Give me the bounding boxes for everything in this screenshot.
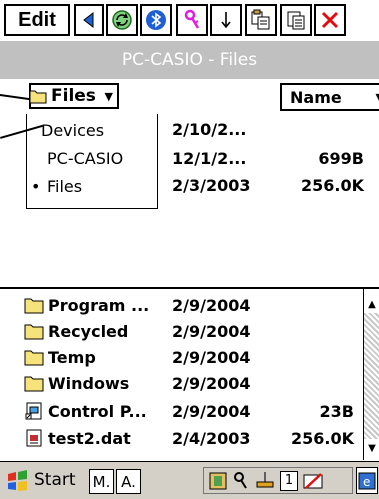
location-menu: Devices PC-CASIO • Files (26, 114, 158, 209)
dropdown-arrow-icon: ▼ (104, 90, 113, 103)
table-row[interactable]: Program ... 2/9/2004 (0, 293, 362, 319)
taskbar: Start M. A. 1 e (0, 461, 379, 499)
input-mode-indicator[interactable]: 1 (280, 471, 298, 491)
file-date: 2/9/2004 (172, 296, 251, 315)
windows-flag-icon (8, 470, 27, 491)
file-size: 699B (318, 149, 364, 168)
file-list: Program ... 2/9/2004 Recycled 2/9/2004 T… (0, 289, 379, 460)
file-size: 23B (319, 402, 354, 421)
bluetooth-button[interactable] (140, 4, 172, 36)
copy-icon (251, 9, 270, 30)
scroll-track[interactable] (364, 313, 379, 439)
window-title: PC-CASIO - Files (121, 50, 258, 70)
key-icon (184, 9, 200, 29)
key-tray-icon[interactable] (232, 471, 250, 491)
svg-text:e: e (363, 475, 370, 489)
command-toolbar: Edit (0, 0, 379, 41)
arrow-down-icon: ▼ (368, 442, 376, 454)
arrow-up-icon: ▲ (368, 298, 376, 310)
table-row[interactable]: Temp 2/9/2004 (0, 345, 362, 371)
vertical-scrollbar[interactable]: ▲ ▼ (363, 289, 379, 460)
file-name: Control P... (48, 402, 147, 421)
file-date: 12/1/2... (172, 149, 247, 168)
sync-icon (112, 10, 132, 30)
system-tray: 1 (203, 467, 353, 494)
start-button[interactable]: Start (0, 462, 85, 498)
file-name: Windows (48, 374, 130, 393)
folder-icon (24, 298, 44, 314)
copy-button[interactable] (245, 4, 277, 36)
file-date: 2/9/2004 (172, 374, 251, 393)
file-date: 2/9/2004 (172, 348, 251, 367)
file-name: Recycled (48, 322, 129, 341)
menu-item-pc-casio[interactable]: PC-CASIO (27, 146, 157, 174)
bluetooth-icon (146, 10, 166, 30)
table-row[interactable]: Windows 2/9/2004 (0, 371, 362, 397)
scroll-down-button[interactable]: ▼ (365, 441, 379, 455)
folder-icon (24, 376, 44, 392)
delete-icon (321, 11, 339, 29)
shortcut-icon (25, 402, 42, 420)
keyboard-button[interactable]: e (356, 467, 378, 494)
folder-icon (29, 90, 47, 104)
arrow-down-icon (221, 12, 231, 29)
file-name: test2.dat (48, 429, 131, 448)
file-name: Program ... (48, 296, 150, 315)
folder-icon (24, 350, 44, 366)
folder-icon (24, 324, 44, 340)
scroll-up-button[interactable]: ▲ (365, 297, 379, 311)
table-row[interactable]: Recycled 2/9/2004 (0, 319, 362, 345)
list-header: Files ▼ Name ▼ (0, 80, 379, 115)
sort-column-label: Name (290, 88, 342, 107)
menu-item-devices[interactable]: Devices (27, 118, 157, 146)
selected-bullet-icon: • (31, 177, 41, 196)
table-row[interactable]: test2.dat 2/4/2003 256.0K (0, 426, 362, 452)
sort-arrow-icon: ▼ (376, 91, 379, 104)
sync-status-icon[interactable] (208, 471, 228, 491)
file-date: 2/3/2003 (172, 176, 251, 195)
file-icon (26, 429, 42, 447)
folder-dropdown-label: Files (51, 86, 96, 106)
move-down-button[interactable] (210, 4, 242, 36)
paste-button[interactable] (280, 4, 312, 36)
file-date: 2/10/2... (172, 120, 247, 139)
paste-icon (287, 11, 305, 30)
task-button-a[interactable]: A. (116, 469, 141, 494)
menu-item-label: Devices (41, 121, 105, 140)
file-date: 2/9/2004 (172, 402, 251, 421)
file-size: 256.0K (290, 429, 354, 448)
menu-item-label: PC-CASIO (47, 149, 124, 168)
keyboard-icon: e (358, 472, 376, 490)
task-button-m[interactable]: M. (89, 469, 114, 494)
menu-item-files[interactable]: • Files (27, 174, 157, 202)
edit-menu-button[interactable]: Edit (4, 4, 70, 36)
power-connector-icon[interactable] (254, 471, 276, 491)
back-icon (83, 11, 94, 29)
file-date: 2/4/2003 (172, 429, 251, 448)
pen-input-icon[interactable] (302, 471, 324, 491)
sort-by-name-header[interactable]: Name ▼ (280, 83, 379, 111)
file-date: 2/9/2004 (172, 322, 251, 341)
folder-dropdown[interactable]: Files ▼ (29, 83, 119, 109)
key-button[interactable] (176, 4, 208, 36)
menu-item-label: Files (47, 177, 83, 196)
file-name: Temp (48, 348, 96, 367)
delete-button[interactable] (314, 4, 346, 36)
window-title-bar: PC-CASIO - Files (0, 41, 379, 79)
sync-button[interactable] (106, 4, 138, 36)
table-row[interactable]: Control P... 2/9/2004 23B (0, 399, 362, 425)
start-label: Start (34, 470, 76, 490)
file-size: 256.0K (300, 176, 364, 195)
back-button[interactable] (74, 4, 104, 36)
